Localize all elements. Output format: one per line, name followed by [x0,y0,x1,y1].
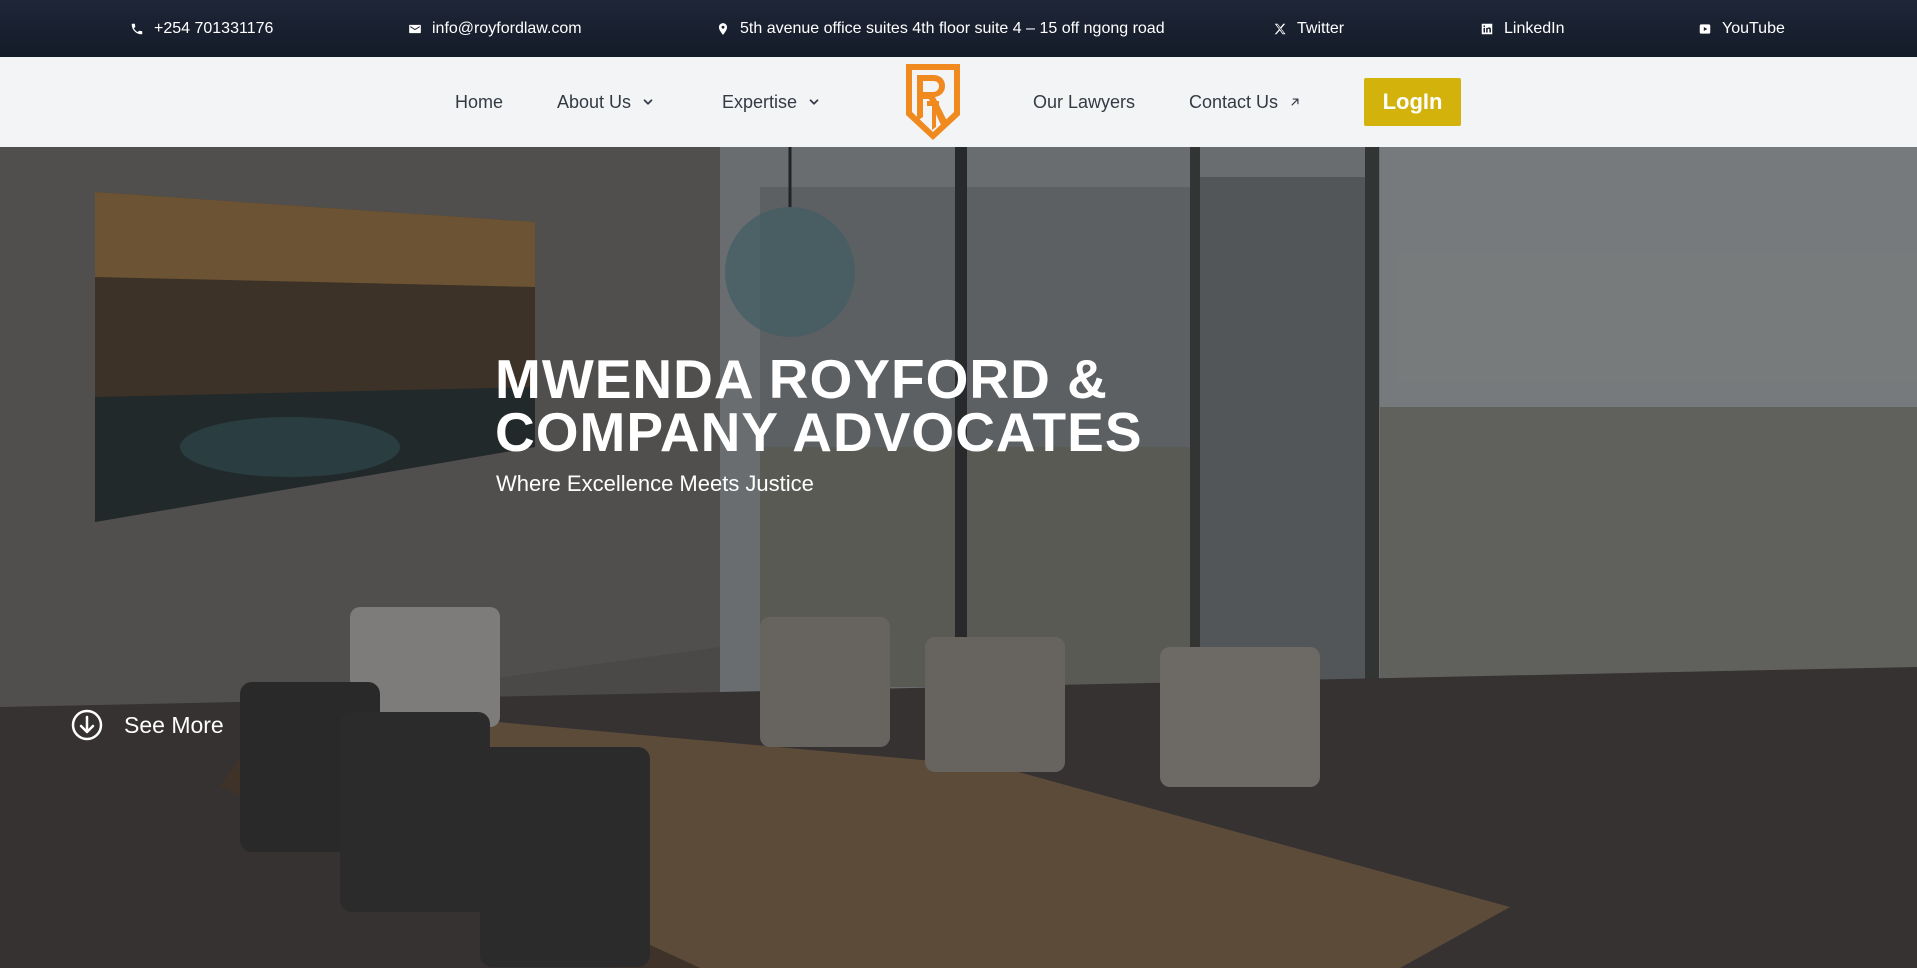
chevron-down-icon [809,99,819,105]
email-link[interactable]: info@royfordlaw.com [408,0,582,57]
nav-contact-label: Contact Us [1189,91,1279,112]
arrow-down-circle-icon [71,709,103,741]
nav-contact-us[interactable]: Contact Us [1189,57,1302,147]
hero-section [0,147,1917,968]
phone-text: +254 701331176 [154,19,274,37]
nav-lawyers-label: Our Lawyers [1033,91,1136,112]
nav-expertise-label: Expertise [722,91,798,112]
youtube-link[interactable]: YouTube [1698,0,1785,57]
location-pin-icon [718,22,728,35]
firm-logo[interactable] [903,61,963,143]
see-more-button[interactable]: See More [70,708,224,742]
hero-title-line-2: COMPANY ADVOCATES [495,401,1143,463]
hero-overlay [0,147,1917,968]
youtube-icon [1699,23,1711,34]
linkedin-label: LinkedIn [1504,19,1565,37]
phone-link[interactable]: +254 701331176 [130,0,273,57]
address-link[interactable]: 5th avenue office suites 4th floor suite… [716,0,1165,57]
see-more-label: See More [124,711,224,738]
chevron-down-icon [643,99,653,105]
email-text: info@royfordlaw.com [432,19,582,37]
mail-icon [409,24,421,33]
top-contact-bar: +254 701331176 info@royfordlaw.com 5th a… [0,0,1917,57]
nav-home-label: Home [455,91,504,112]
phone-icon [131,23,143,34]
nav-about-label: About Us [557,91,632,112]
address-text: 5th avenue office suites 4th floor suite… [740,19,1165,37]
nav-home[interactable]: Home [455,57,503,147]
hero-title-line-1: MWENDA ROYFORD & [495,348,1108,410]
hero-subtitle: Where Excellence Meets Justice [496,471,814,496]
x-twitter-icon [1274,23,1286,34]
twitter-label: Twitter [1297,19,1345,37]
nav-our-lawyers[interactable]: Our Lawyers [1033,57,1135,147]
nav-about-us[interactable]: About Us [557,57,655,147]
twitter-link[interactable]: Twitter [1273,0,1344,57]
hero-title: MWENDA ROYFORD & COMPANY ADVOCATES [495,348,1255,463]
external-arrow-icon [1291,98,1299,106]
login-button[interactable]: LogIn [1364,78,1461,126]
linkedin-icon [1481,23,1493,34]
youtube-label: YouTube [1722,19,1785,37]
linkedin-link[interactable]: LinkedIn [1480,0,1565,57]
nav-expertise[interactable]: Expertise [722,57,821,147]
